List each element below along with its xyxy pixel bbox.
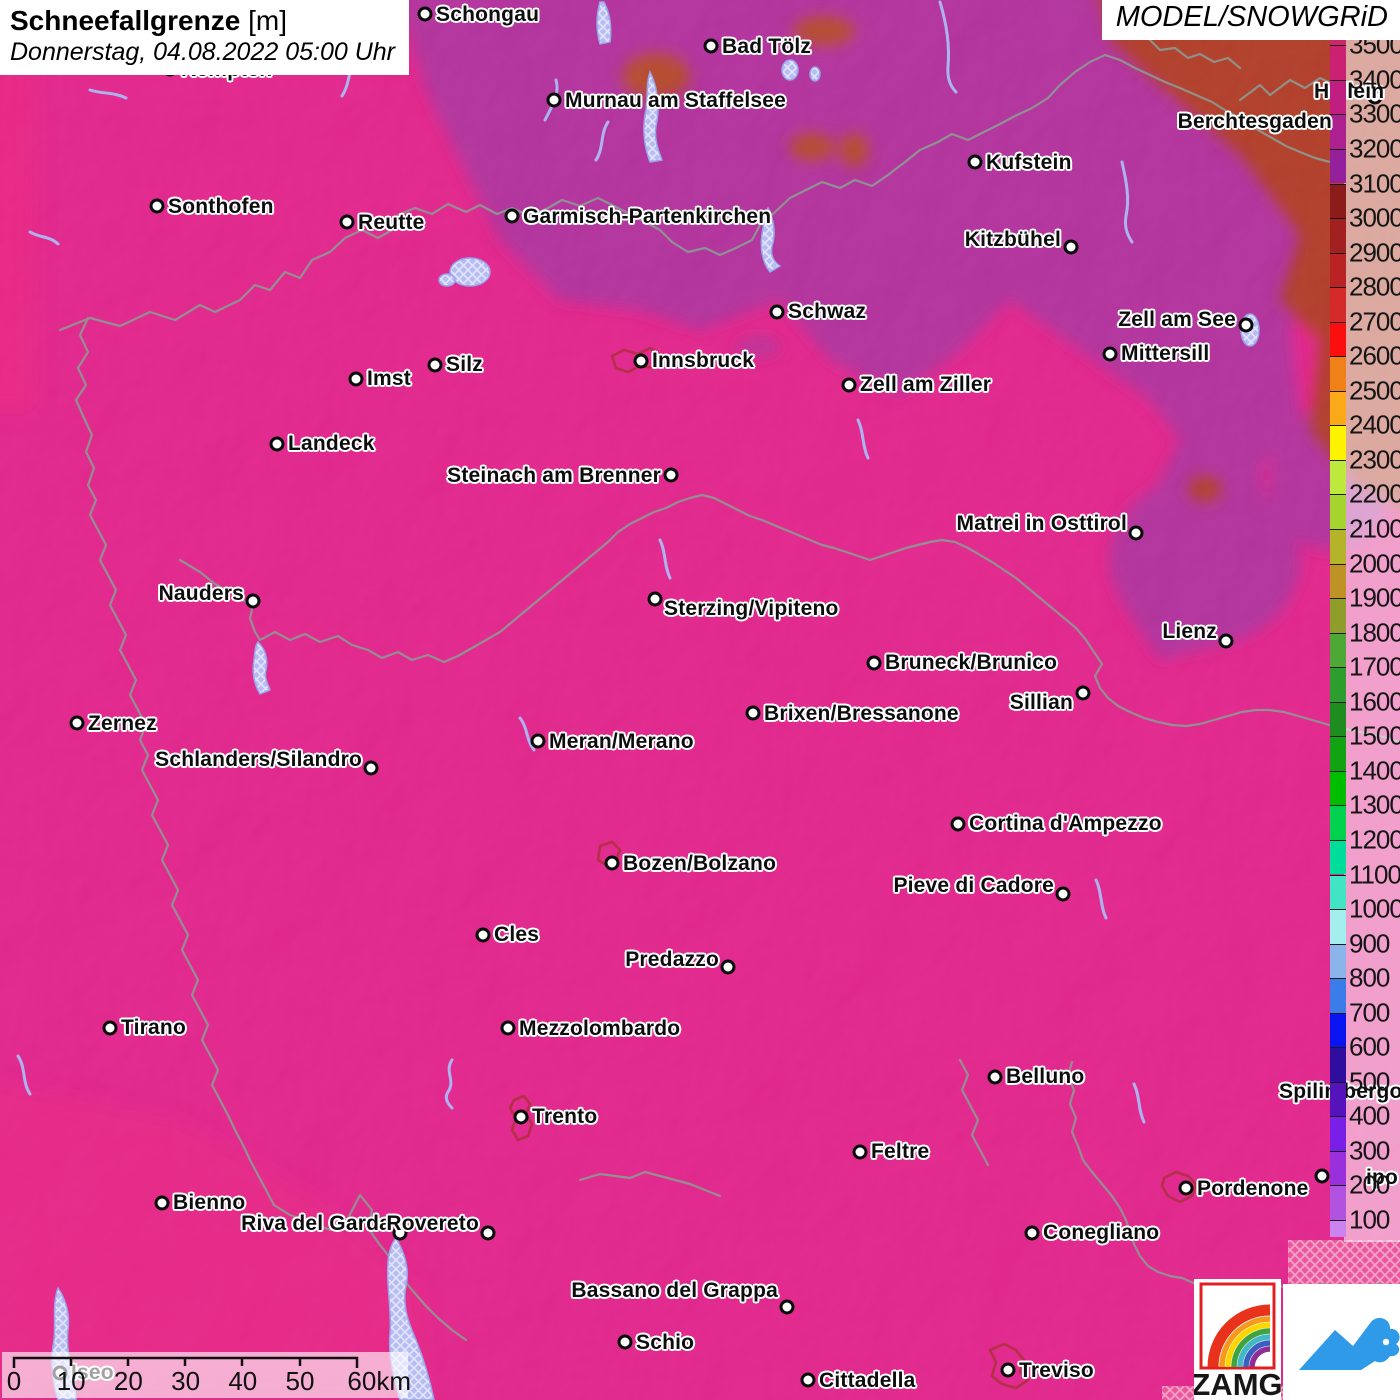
scale-tick-label: 20: [113, 1366, 143, 1396]
scale-tick-label: 30: [171, 1366, 201, 1396]
terrain-hillshade: [0, 0, 1400, 1400]
scale-tick-label: 10: [56, 1366, 86, 1396]
zamg-rainbow-icon: ZAMG: [1191, 1282, 1283, 1400]
snowgrid-mountain-icon: [1299, 1318, 1400, 1370]
model-label: MODEL/SNOWGRiD: [1101, 0, 1400, 40]
scale-tick-label: 50: [285, 1366, 315, 1396]
colorbar-label-backdrop: [1344, 28, 1400, 1242]
title-box: Schneefallgrenze [m] Donnerstag, 04.08.2…: [0, 0, 409, 75]
map-title: Schneefallgrenze: [10, 5, 241, 36]
snowgrid-map-canvas: HalleinSpilimbergoipoIseo 35003400330032…: [0, 0, 1400, 1400]
scale-tick-label: 0: [6, 1366, 22, 1396]
map-title-line: Schneefallgrenze [m]: [10, 5, 395, 37]
svg-text:ZAMG: ZAMG: [1194, 1367, 1281, 1400]
scale-tick-label: 40: [228, 1366, 258, 1396]
scale-tick-label: 60km: [347, 1366, 411, 1396]
zamg-logo: ZAMG: [1191, 1279, 1283, 1400]
snowgrid-logo: [1283, 1284, 1400, 1400]
map-datetime: Donnerstag, 04.08.2022 05:00 Uhr: [10, 38, 395, 66]
map-artwork: [0, 0, 1400, 1400]
scale-bar: 0 10 20 30 40 50 60km: [2, 1352, 411, 1398]
map-unit: [m]: [240, 5, 287, 36]
